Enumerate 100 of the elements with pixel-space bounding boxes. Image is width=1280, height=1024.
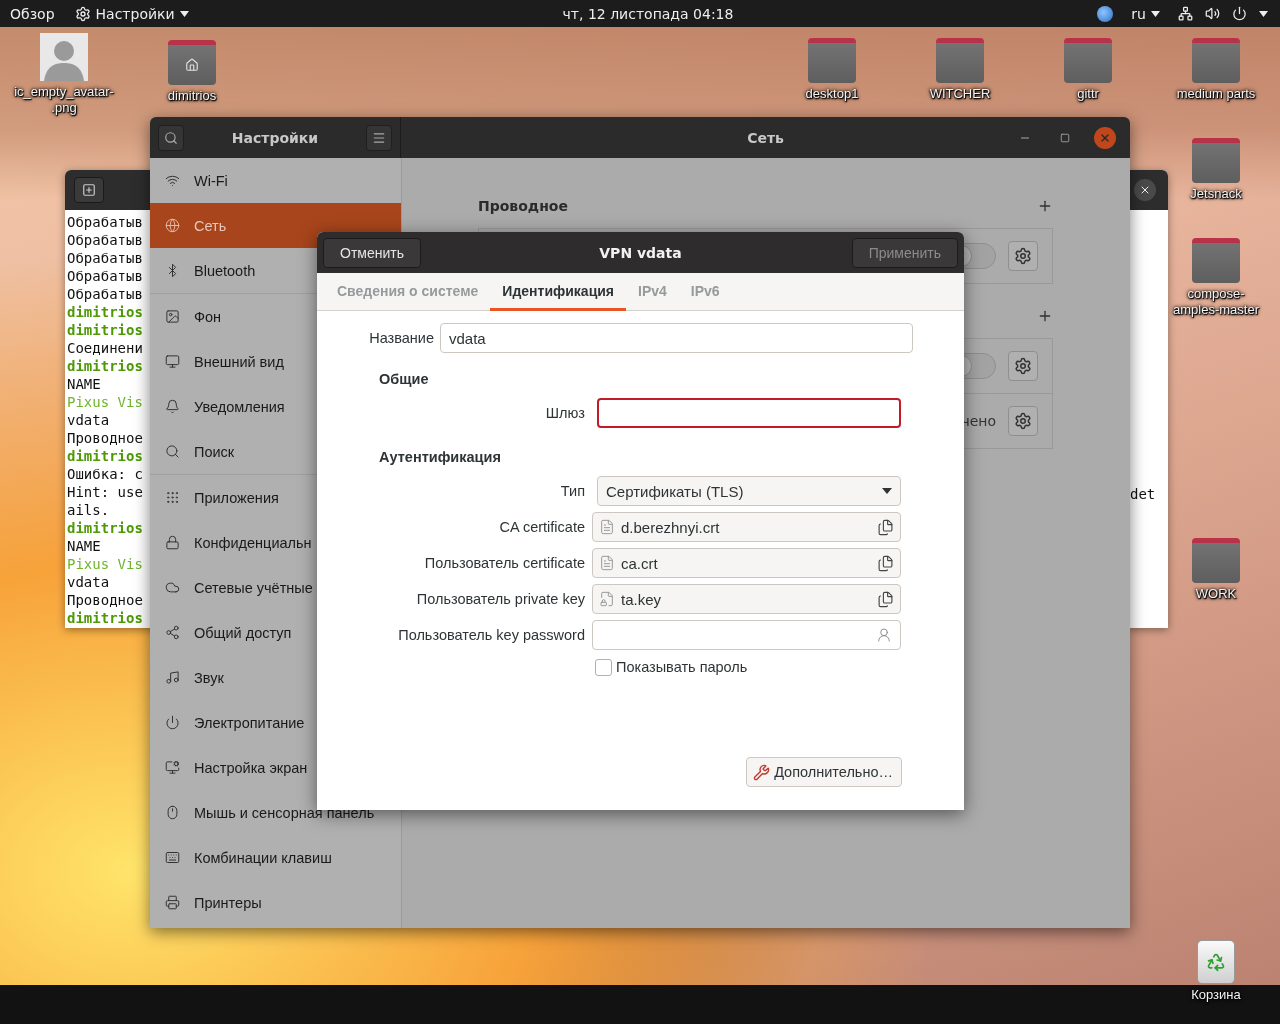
new-tab-icon [82,183,96,197]
folder-browse-icon [877,554,894,572]
home-folder-icon[interactable] [168,40,216,85]
network-icon[interactable] [1178,6,1193,21]
lock-icon [165,535,180,550]
terminal-line: Ошибка: c [67,465,144,483]
add-icon[interactable] [1037,198,1053,214]
search-button[interactable] [158,124,184,151]
terminal-line: NAME [67,375,102,393]
terminal-line: det [1130,486,1156,502]
locked-file-icon [599,591,615,607]
caret-icon [179,10,189,17]
caret-icon [1151,10,1160,17]
file-chooser-button[interactable]: ca.crt [592,548,901,578]
caret-icon [882,488,892,494]
name-input[interactable]: vdata [440,323,913,353]
volume-icon[interactable] [1205,6,1220,21]
advanced-button[interactable]: Дополнительно… [746,757,902,787]
close-icon [1099,131,1111,144]
close-button[interactable] [1134,179,1156,201]
gear-icon [74,5,91,22]
section-heading: Аутентификация [379,449,502,465]
music-icon [165,670,180,685]
add-icon[interactable] [1037,308,1053,324]
terminal-line: dimitrios [67,357,144,375]
grid-icon [165,490,180,505]
terminal-line: Pixus Vis [67,393,144,411]
terminal-line: vdata [67,411,111,429]
activities-button[interactable]: Обзор [10,5,55,22]
trash-icon[interactable] [1197,940,1235,984]
terminal-line: Проводное [67,429,144,447]
terminal-line: Hint: use [67,483,144,501]
field-label: Шлюз [544,405,585,421]
folder-browse-icon [877,590,894,608]
field-label: Пользователь certificate [423,555,585,571]
share-icon [165,625,180,640]
terminal-line: dimitrios [67,609,144,627]
connection-status: чено [961,413,996,429]
type-dropdown[interactable]: Сертификаты (TLS) [597,476,901,506]
settings-button[interactable] [1008,406,1038,436]
gear-icon [1014,357,1032,375]
clock[interactable]: чт, 12 листопада 04:18 [562,5,734,22]
terminal-line: Обрабатыв [67,267,144,285]
gateway-input[interactable] [597,398,901,428]
wifi-icon [165,173,180,188]
field-label: Тип [559,483,585,499]
panel-title: Сеть [747,129,784,146]
cancel-button[interactable]: Отменить [323,237,421,268]
terminal-line: dimitrios [67,303,144,321]
section-heading: Общие [379,371,430,387]
terminal-line: vdata [67,573,111,591]
section-title: Проводное [478,198,568,214]
checkbox[interactable] [595,658,612,676]
field-label: CA certificate [498,519,585,535]
password-input[interactable] [592,620,901,650]
new-tab-button[interactable] [74,177,104,203]
power-icon [165,715,180,730]
sidebar-item[interactable]: Мышь и сенсорная панель [150,790,401,835]
sidebar-item[interactable]: Принтеры [150,880,401,925]
menu-button[interactable] [366,124,392,151]
tab[interactable]: Идентификация [490,273,627,311]
menu-icon [372,130,386,145]
printer-icon [165,895,180,910]
field-label: Пользователь key password [397,627,585,643]
file-chooser-button[interactable]: ta.key [592,584,901,614]
desktop-icon-label[interactable]: Корзина [1191,987,1241,1003]
search-icon [165,444,180,459]
terminal-line: dimitrios [67,447,144,465]
avatar-icon[interactable] [40,33,88,81]
terminal-line: Обрабатыв [67,249,144,267]
app-indicator-icon[interactable] [1097,5,1114,22]
document-icon [599,555,615,571]
monitor-icon [165,354,180,369]
bell-icon [165,399,180,414]
sidebar-item[interactable]: Wi-Fi [150,158,401,203]
gear-icon [1014,412,1032,430]
terminal-line: Обрабатыв [67,285,144,303]
gear-icon [1014,247,1032,265]
sidebar-item[interactable]: Комбинации клавиш [150,835,401,880]
field-label: Пользователь private key [415,591,585,607]
folder-browse-icon [877,518,894,536]
settings-button[interactable] [1008,241,1038,271]
power-icon[interactable] [1232,6,1247,21]
terminal-line: Соединени [67,339,144,357]
checkbox-label[interactable]: Показывать пароль [616,659,748,675]
terminal-line: Pixus Vis [67,555,144,573]
terminal-line: ails. [67,501,111,519]
document-icon [599,519,615,535]
terminal-line: Обрабатыв [67,231,144,249]
maximize-icon [1060,132,1070,143]
settings-button[interactable] [1008,351,1038,381]
wrench-icon [753,763,771,781]
dialog-title: VPN vdata [599,244,682,261]
file-chooser-button[interactable]: d.berezhnyi.crt [592,512,901,542]
terminal-line: Проводное [67,591,144,609]
cloud-icon [165,580,180,595]
app-menu[interactable]: Настройки [64,0,199,27]
keyboard-layout-menu[interactable]: ru [1125,0,1166,27]
field-label: Название [368,330,434,346]
caret-icon [1259,10,1268,17]
